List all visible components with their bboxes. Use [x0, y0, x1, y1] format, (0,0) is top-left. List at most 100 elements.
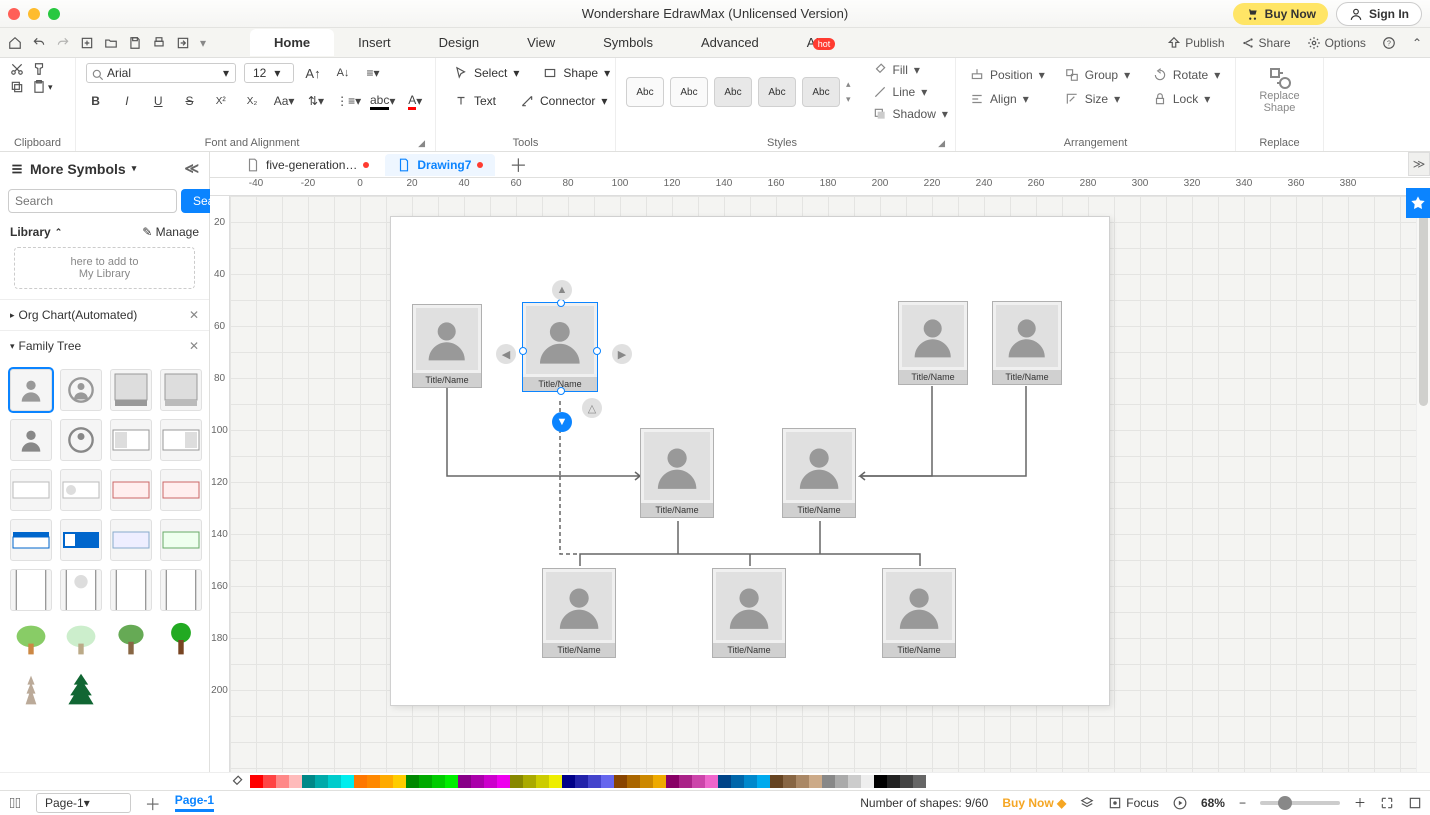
- shape-thumb[interactable]: [60, 519, 102, 561]
- fill-button[interactable]: Fill▾: [869, 61, 952, 79]
- color-swatch[interactable]: [601, 775, 614, 788]
- paste-button[interactable]: ▾: [32, 80, 53, 94]
- color-swatch[interactable]: [458, 775, 471, 788]
- decrease-font-icon[interactable]: A↓: [332, 62, 354, 84]
- lock-button[interactable]: Lock▾: [1149, 90, 1225, 108]
- color-swatch[interactable]: [744, 775, 757, 788]
- file-tab[interactable]: five-generation…: [234, 154, 381, 176]
- family-card[interactable]: Title/Name: [782, 428, 856, 518]
- shape-thumb[interactable]: [160, 369, 202, 411]
- new-icon[interactable]: [80, 36, 94, 50]
- add-node-left[interactable]: ◀: [496, 344, 516, 364]
- shape-thumb[interactable]: [10, 469, 52, 511]
- color-swatch[interactable]: [302, 775, 315, 788]
- color-swatch[interactable]: [341, 775, 354, 788]
- section-family-tree[interactable]: ▾Family Tree✕: [0, 331, 209, 361]
- color-swatch[interactable]: [822, 775, 835, 788]
- help-button[interactable]: ?: [1382, 36, 1396, 50]
- subscript-button[interactable]: X₂: [242, 90, 261, 112]
- color-swatch[interactable]: [913, 775, 926, 788]
- superscript-button[interactable]: X²: [211, 90, 230, 112]
- maximize-window[interactable]: [48, 8, 60, 20]
- add-page-button[interactable]: ＋: [145, 791, 161, 815]
- strikethrough-button[interactable]: S: [180, 90, 199, 112]
- color-swatch[interactable]: [523, 775, 536, 788]
- shape-thumb[interactable]: [10, 519, 52, 561]
- add-node-right[interactable]: ▶: [612, 344, 632, 364]
- shape-thumb[interactable]: [60, 369, 102, 411]
- save-icon[interactable]: [128, 36, 142, 50]
- close-section-icon[interactable]: ✕: [189, 339, 199, 353]
- font-select[interactable]: Arial▾: [86, 63, 236, 83]
- color-swatch[interactable]: [497, 775, 510, 788]
- color-swatch[interactable]: [367, 775, 380, 788]
- highlight-button[interactable]: abc▾: [372, 90, 394, 112]
- style-scroll-down[interactable]: ▾: [846, 94, 851, 105]
- scrollbar-thumb[interactable]: [1419, 206, 1428, 406]
- bold-button[interactable]: B: [86, 90, 105, 112]
- color-swatch[interactable]: [263, 775, 276, 788]
- family-card[interactable]: Title/Name: [992, 301, 1062, 385]
- color-swatch[interactable]: [432, 775, 445, 788]
- styles-expand-icon[interactable]: ◢: [938, 138, 945, 149]
- family-card[interactable]: Title/Name: [640, 428, 714, 518]
- shadow-button[interactable]: Shadow▾: [869, 105, 952, 123]
- color-swatch[interactable]: [848, 775, 861, 788]
- tree-shape[interactable]: [10, 619, 52, 661]
- shape-thumb[interactable]: [110, 419, 152, 461]
- publish-button[interactable]: Publish: [1167, 36, 1224, 50]
- copy-icon[interactable]: [10, 80, 24, 94]
- open-icon[interactable]: [104, 36, 118, 50]
- tab-design[interactable]: Design: [415, 29, 503, 56]
- color-swatch[interactable]: [705, 775, 718, 788]
- zoom-in-button[interactable]: ＋: [1354, 794, 1366, 811]
- tab-insert[interactable]: Insert: [334, 29, 415, 56]
- connector-tool[interactable]: Connector▾: [512, 90, 615, 112]
- color-swatch[interactable]: [796, 775, 809, 788]
- color-swatch[interactable]: [562, 775, 575, 788]
- cut-icon[interactable]: [10, 62, 24, 76]
- tab-advanced[interactable]: Advanced: [677, 29, 783, 56]
- style-preset-1[interactable]: Abc: [626, 77, 664, 107]
- italic-button[interactable]: I: [117, 90, 136, 112]
- redo-icon[interactable]: [56, 36, 70, 50]
- add-node-down[interactable]: ▼: [552, 412, 572, 432]
- tab-symbols[interactable]: Symbols: [579, 29, 677, 56]
- zoom-slider[interactable]: [1260, 801, 1340, 805]
- color-swatch[interactable]: [809, 775, 822, 788]
- group-button[interactable]: Group▾: [1061, 66, 1137, 84]
- color-swatch[interactable]: [861, 775, 874, 788]
- layers-icon[interactable]: [1080, 796, 1094, 810]
- style-scroll-up[interactable]: ▴: [846, 79, 851, 90]
- library-label[interactable]: Library: [10, 225, 51, 239]
- color-swatch[interactable]: [770, 775, 783, 788]
- family-card[interactable]: Title/Name: [882, 568, 956, 658]
- color-swatch[interactable]: [874, 775, 887, 788]
- color-swatch[interactable]: [445, 775, 458, 788]
- color-swatch[interactable]: [757, 775, 770, 788]
- tree-shape[interactable]: [160, 619, 202, 661]
- color-swatch[interactable]: [510, 775, 523, 788]
- color-swatch[interactable]: [419, 775, 432, 788]
- shape-thumb[interactable]: [160, 519, 202, 561]
- tree-shape[interactable]: [60, 669, 102, 711]
- close-section-icon[interactable]: ✕: [189, 308, 199, 322]
- rotate-button[interactable]: Rotate▾: [1149, 66, 1225, 84]
- position-button[interactable]: Position▾: [966, 66, 1049, 84]
- tree-shape[interactable]: [10, 669, 52, 711]
- size-button[interactable]: Size▾: [1061, 90, 1137, 108]
- family-card[interactable]: Title/Name: [542, 568, 616, 658]
- color-swatch[interactable]: [692, 775, 705, 788]
- tree-shape[interactable]: [110, 619, 152, 661]
- align-menu[interactable]: ≡▾: [362, 62, 384, 84]
- shape-thumb[interactable]: [110, 369, 152, 411]
- shape-thumb[interactable]: [110, 569, 152, 611]
- shape-thumb[interactable]: [110, 469, 152, 511]
- style-preset-4[interactable]: Abc: [758, 77, 796, 107]
- shape-tool[interactable]: Shape▾: [535, 62, 618, 84]
- increase-font-icon[interactable]: A↑: [302, 62, 324, 84]
- color-swatch[interactable]: [783, 775, 796, 788]
- shape-thumb[interactable]: [10, 419, 52, 461]
- add-tab-button[interactable]: ＋: [499, 152, 537, 178]
- shape-thumb[interactable]: [10, 569, 52, 611]
